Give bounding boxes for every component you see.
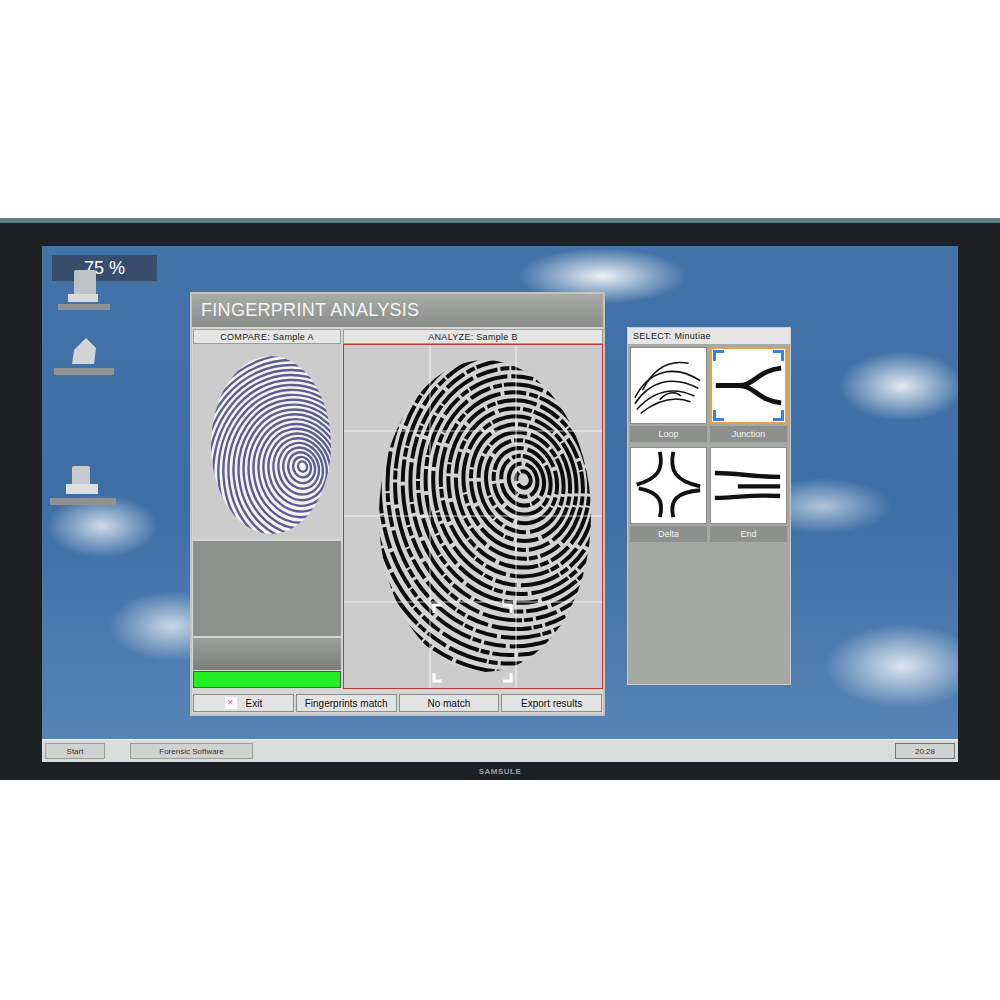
analysis-grid-icon [344,345,602,688]
window-button[interactable]: Export results [501,694,602,712]
taskbar-button[interactable]: Forensic Software [130,743,253,759]
analyze-column: ANALYZE: Sample B [343,329,603,689]
minutiae-panel: SELECT: Minutiae LoopJunction DeltaEnd [627,327,791,685]
monitor: 75 %FINGERPRINT ANALYSISCOMPARE: Sample … [0,218,1000,780]
window-button[interactable]: Fingerprints match [296,694,397,712]
window-button[interactable]: ×Exit [193,694,294,712]
window-buttons: ×ExitFingerprints matchNo matchExport re… [192,689,603,714]
fingerprint-window[interactable]: FINGERPRINT ANALYSISCOMPARE: Sample AANA… [190,292,605,716]
minutia-label: Delta [630,526,707,542]
delta-minutia-icon [631,448,704,521]
minutia-tile[interactable] [710,447,787,524]
sample-a-fingerprint-icon [193,344,341,539]
window-title: FINGERPRINT ANALYSIS [192,294,603,327]
taskbar: Start Forensic Software 20:28 [42,739,958,762]
home-icon [52,334,114,378]
info-strip [193,638,341,670]
loop-minutia-icon [631,348,704,421]
taskbar-clock: 20:28 [895,743,955,759]
info-box [193,541,341,636]
taskbar-button[interactable]: Start [45,743,105,759]
screen: 75 %FINGERPRINT ANALYSISCOMPARE: Sample … [42,246,958,762]
close-icon: × [225,697,237,709]
desktop-icon[interactable] [52,334,114,378]
desktop-icon[interactable] [48,464,110,508]
minutia-tile[interactable] [630,447,707,524]
computer-icon [48,464,118,508]
minutia-tile[interactable] [630,347,707,424]
minutia-label: Junction [710,426,787,442]
compare-header: COMPARE: Sample A [193,329,341,344]
minutiae-grid: LoopJunction DeltaEnd [630,344,788,545]
desktop-icon[interactable] [54,268,116,312]
match-progress [193,671,341,688]
status-badge: 75 % [52,255,157,281]
compare-column: COMPARE: Sample A [193,329,341,689]
minutia-tile[interactable] [710,347,787,424]
minutia-label: End [710,526,787,542]
sample-a [193,344,341,539]
page: 75 %FINGERPRINT ANALYSISCOMPARE: Sample … [0,0,1000,1000]
minutiae-header: SELECT: Minutiae [628,328,790,344]
minutia-label: Loop [630,426,707,442]
sample-columns: COMPARE: Sample AANALYZE: Sample B [192,327,603,689]
monitor-brand: SAMSULE [42,762,958,780]
analyze-header: ANALYZE: Sample B [343,329,603,344]
computer-icon [54,268,116,312]
window-button[interactable]: No match [399,694,500,712]
sample-b[interactable] [343,344,603,689]
match-progress-fill [194,672,340,687]
desktop: 75 %FINGERPRINT ANALYSISCOMPARE: Sample … [42,246,958,739]
junction-minutia-icon [712,349,785,422]
end-minutia-icon [711,448,784,521]
